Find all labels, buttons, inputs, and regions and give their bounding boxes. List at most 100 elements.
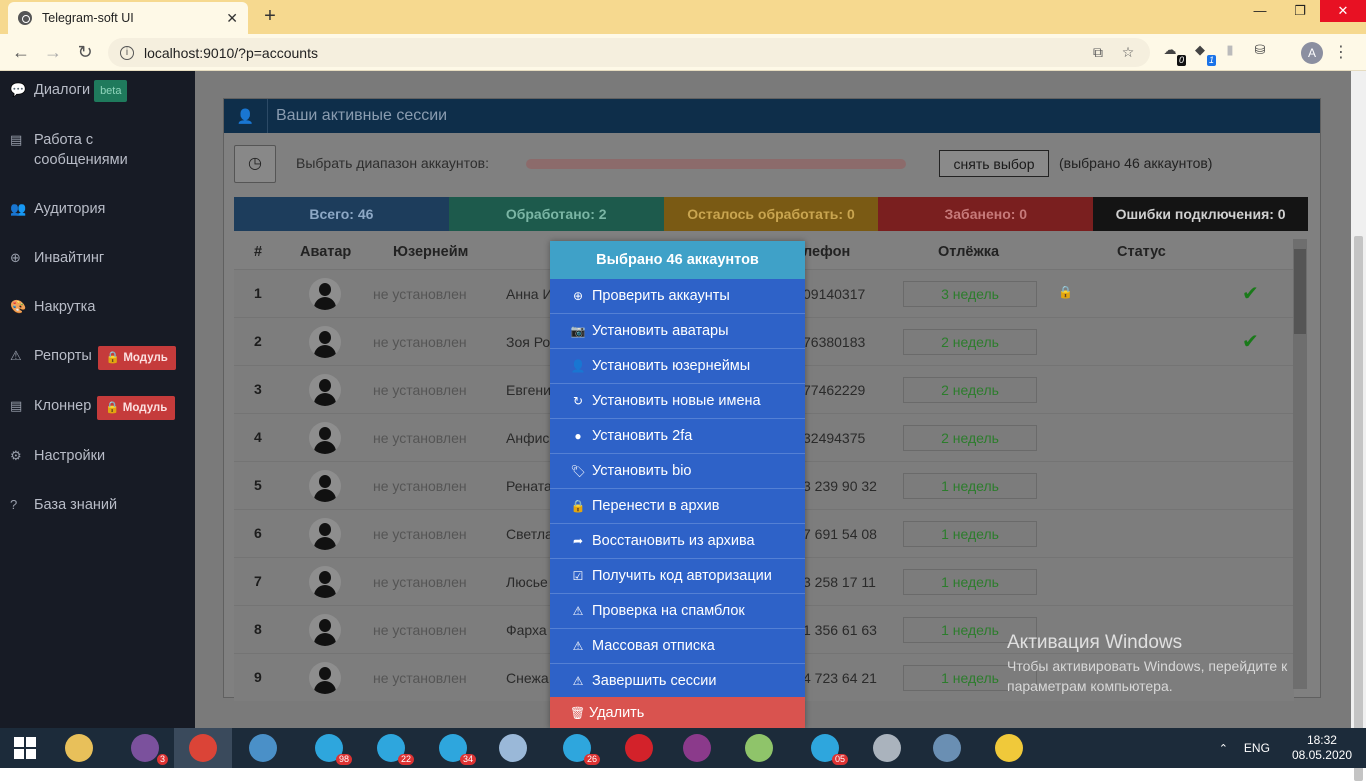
avatar [309,422,341,454]
bookmark-star-icon[interactable]: ☆ [1118,44,1138,61]
clock[interactable]: 18:32 08.05.2020 [1292,733,1352,763]
taskbar-performance[interactable] [858,728,916,768]
minimize-button[interactable]: — [1240,0,1280,22]
row-name: Фарха [506,622,547,638]
browser-toolbar: ← → ↻ i localhost:9010/?p=accounts ⧉ ☆ ☁… [0,34,1366,71]
site-info-icon[interactable]: i [120,45,134,60]
column-status[interactable]: Статус [1117,244,1166,260]
taskbar-calculator[interactable] [918,728,976,768]
column-avatar[interactable]: Аватар [300,244,351,260]
sidebar-item-knowledge-base[interactable]: ? База знаний [10,495,117,515]
tab-close-icon[interactable]: ✕ [226,10,238,27]
row-username: не установлен [373,286,467,302]
row-rest-badge: 1 недель [903,521,1037,547]
language-indicator[interactable]: ENG [1244,741,1270,755]
translate-icon[interactable]: ⧉ [1088,44,1108,61]
users-icon: 👥 [10,201,27,216]
sidebar-item-dialogs[interactable]: 💬 Диалоги beta [10,80,128,102]
extension-4-icon[interactable]: ⛁ [1250,42,1270,62]
taskbar-control-panel[interactable] [234,728,292,768]
avatar [309,470,341,502]
menu-item-label: Проверка на спамблок [592,603,745,619]
camera-icon: 📷 [570,324,586,338]
taskbar-telegram[interactable]: 34 [424,728,482,768]
extension-1-icon[interactable]: ☁ 0 [1160,42,1186,66]
stats-bar: Всего: 46 Обработано: 2 Осталось обработ… [234,197,1308,231]
extension-2-icon[interactable]: ◆ 1 [1190,42,1216,66]
sidebar-item-boost[interactable]: 🎨 Накрутка [10,297,95,317]
selected-count: (выбрано 46 аккаунтов) [1059,155,1213,171]
gauge-button[interactable]: ◷ [234,145,276,183]
back-button[interactable]: ← [10,42,32,63]
deselect-button[interactable]: снять выбор [939,150,1049,177]
menu-item-label: Получить код авторизации [592,568,772,584]
activation-title: Активация Windows [1007,632,1183,653]
avatar [309,374,341,406]
bulk-actions-menu: Выбрано 46 аккаунтов ⊕ Проверить аккаунты… [550,241,805,729]
maximize-button[interactable]: ❐ [1280,0,1320,22]
menu-item[interactable]: 🔒 Перенести в архив [550,489,805,524]
browser-menu-icon[interactable]: ⋮ [1333,42,1349,62]
menu-item[interactable]: ↻ Установить новые имена [550,384,805,419]
browser-tab[interactable]: Telegram-soft UI ✕ [8,2,248,34]
clock-time: 18:32 [1306,733,1337,747]
sidebar-item-reports[interactable]: ⚠ Репорты 🔒 Модуль [10,346,176,370]
menu-item-delete[interactable]: 🗑 Удалить [550,697,805,729]
tray-expand-icon[interactable]: ⌃ [1219,742,1228,755]
winrar-icon [683,734,711,762]
row-username: не установлен [373,574,467,590]
taskbar-opera[interactable] [610,728,668,768]
close-window-button[interactable]: ✕ [1320,0,1366,22]
start-button[interactable] [0,728,50,768]
menu-item[interactable]: 👤 Установить юзернеймы [550,349,805,384]
reload-button[interactable]: ↻ [74,42,96,63]
menu-item[interactable]: ☑ Получить код авторизации [550,559,805,594]
menu-item[interactable]: ⚠ Завершить сессии [550,664,805,699]
user-icon: 👤 [224,99,268,133]
sidebar-item-settings[interactable]: ⚙ Настройки [10,446,105,466]
range-slider[interactable] [526,159,906,169]
page-scrollbar[interactable] [1351,71,1366,781]
page-scroll-thumb[interactable] [1354,236,1363,781]
sidebar-item-messages[interactable]: ▤ Работа с сообщениями [10,130,128,170]
menu-item[interactable]: ● Установить 2fa [550,419,805,454]
menu-item[interactable]: ⚠ Проверка на спамблок [550,594,805,629]
table-scroll-thumb[interactable] [1294,249,1306,334]
column-phone[interactable]: лефон [803,244,850,260]
taskbar-telegram[interactable]: 22 [362,728,420,768]
menu-item[interactable]: 📷 Установить аватары [550,314,805,349]
menu-item[interactable]: 🏷 Установить bio [550,454,805,489]
address-url[interactable]: localhost:9010/?p=accounts [144,45,1078,61]
taskbar-notepad-plus[interactable] [730,728,788,768]
new-tab-button[interactable]: + [260,5,280,28]
menu-item[interactable]: ⚠ Массовая отписка [550,629,805,664]
forward-button[interactable]: → [42,42,64,63]
column-rest[interactable]: Отлёжка [938,244,999,260]
sidebar-item-inviting[interactable]: ⊕ Инвайтинг [10,248,104,268]
column-num[interactable]: # [254,244,262,260]
sidebar-item-cloner[interactable]: ▤ Клоннер 🔒 Модуль [10,396,176,420]
taskbar-notes[interactable] [484,728,542,768]
sidebar-item-audience[interactable]: 👥 Аудитория [10,199,105,219]
taskbar-viber[interactable]: 3 [116,728,174,768]
taskbar-chrome[interactable] [174,728,232,768]
taskbar-telegram[interactable]: 98 [300,728,358,768]
address-bar[interactable]: i localhost:9010/?p=accounts ⧉ ☆ [108,38,1150,67]
taskbar-python[interactable] [980,728,1038,768]
warning-icon: ⚠ [572,639,584,653]
menu-item[interactable]: ➦ Восстановить из архива [550,524,805,559]
taskbar-telegram[interactable]: 26 [548,728,606,768]
taskbar-winrar[interactable] [668,728,726,768]
menu-item-label: Установить юзернеймы [592,358,751,374]
row-username: не установлен [373,334,467,350]
notepad-plus-icon [745,734,773,762]
menu-item[interactable]: ⊕ Проверить аккаунты [550,279,805,314]
extension-3-icon[interactable]: ▮ [1220,42,1240,62]
taskbar-file-explorer[interactable] [50,728,108,768]
lock-icon: 🔒 [570,499,586,513]
profile-avatar[interactable]: A [1301,42,1323,64]
column-username[interactable]: Юзернейм [393,244,468,260]
range-label: Выбрать диапазон аккаунтов: [296,155,490,171]
taskbar-telegram[interactable]: 05 [796,728,854,768]
row-number: 2 [254,333,262,349]
